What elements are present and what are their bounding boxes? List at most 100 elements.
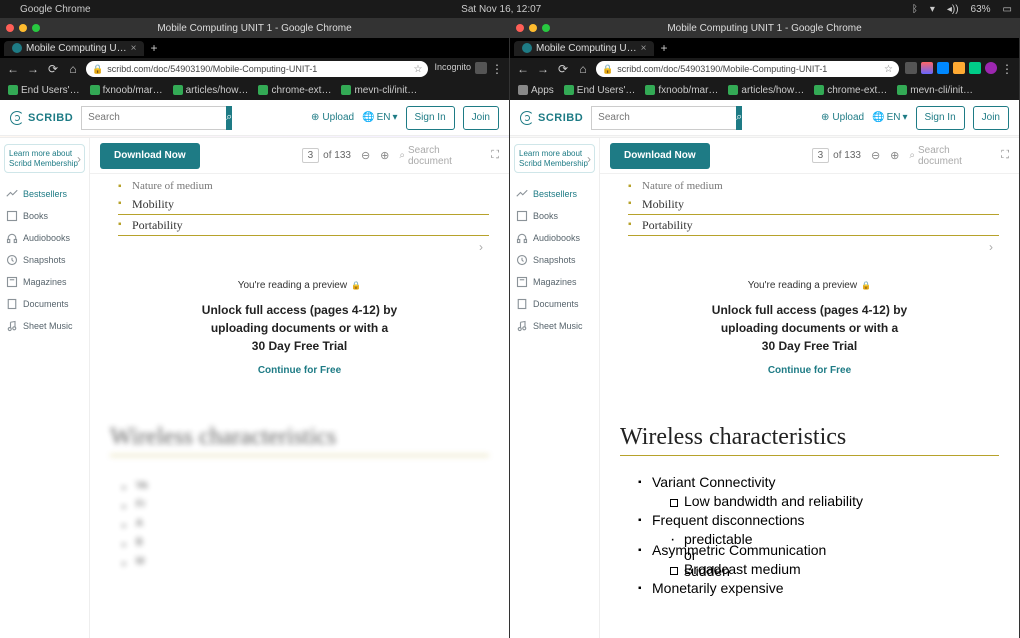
close-icon[interactable] bbox=[516, 24, 524, 32]
bookmark-star-icon[interactable]: ☆ bbox=[884, 64, 893, 75]
extension-icon[interactable] bbox=[905, 62, 917, 74]
bookmark-item[interactable]: fxnoob/mar… bbox=[90, 85, 163, 96]
tab-close-icon[interactable]: × bbox=[641, 43, 647, 54]
bookmarks-bar[interactable]: End Users'… fxnoob/mar… articles/how… ch… bbox=[0, 80, 509, 100]
search-input[interactable] bbox=[81, 106, 226, 130]
minimize-icon[interactable] bbox=[19, 24, 27, 32]
search-button[interactable]: ⌕ bbox=[736, 106, 742, 130]
url-field[interactable]: 🔒 scribd.com/doc/54903190/Mobile-Computi… bbox=[86, 61, 428, 77]
membership-card[interactable]: Learn more aboutScribd Membership bbox=[4, 144, 85, 173]
bluetooth-icon[interactable]: ᛒ bbox=[912, 4, 918, 15]
bookmarks-bar[interactable]: Apps End Users'… fxnoob/mar… articles/ho… bbox=[510, 80, 1019, 100]
sidebar-item-bestsellers[interactable]: Bestsellers bbox=[0, 183, 89, 205]
window-titlebar[interactable]: Mobile Computing UNIT 1 - Google Chrome bbox=[0, 18, 509, 38]
extension-icon[interactable] bbox=[953, 62, 965, 74]
home-button[interactable]: ⌂ bbox=[576, 62, 590, 76]
window-titlebar[interactable]: Mobile Computing UNIT 1 - Google Chrome bbox=[510, 18, 1019, 38]
signin-button[interactable]: Sign In bbox=[406, 106, 455, 130]
reload-button[interactable]: ⟳ bbox=[46, 62, 60, 76]
sidebar-item-audiobooks[interactable]: Audiobooks bbox=[0, 227, 89, 249]
bookmark-item[interactable]: chrome-ext… bbox=[814, 85, 887, 96]
bookmark-star-icon[interactable]: ☆ bbox=[414, 64, 423, 75]
bookmark-item[interactable]: fxnoob/mar… bbox=[645, 85, 718, 96]
menu-icon[interactable]: ⋮ bbox=[1001, 62, 1013, 76]
sidebar-item-books[interactable]: Books bbox=[0, 205, 89, 227]
bookmark-item[interactable]: End Users'… bbox=[564, 85, 636, 96]
browser-tab[interactable]: Mobile Computing U… × bbox=[514, 41, 654, 56]
membership-card[interactable]: Learn more aboutScribd Membership bbox=[514, 144, 595, 173]
search-input[interactable] bbox=[591, 106, 736, 130]
bookmark-item[interactable]: mevn-cli/init… bbox=[897, 85, 973, 96]
zoom-out-icon[interactable]: ⊖ bbox=[361, 149, 370, 162]
zoom-in-icon[interactable]: ⊕ bbox=[890, 149, 899, 162]
menu-icon[interactable]: ⋮ bbox=[491, 62, 503, 76]
zoom-out-icon[interactable]: ⊖ bbox=[871, 149, 880, 162]
extension-icon[interactable] bbox=[921, 62, 933, 74]
new-tab-button[interactable]: + bbox=[654, 41, 673, 55]
continue-free-link[interactable]: Continue for Free bbox=[620, 365, 999, 376]
menubar-app[interactable]: Google Chrome bbox=[20, 4, 91, 15]
bookmark-item[interactable]: mevn-cli/init… bbox=[341, 85, 417, 96]
traffic-lights[interactable] bbox=[6, 24, 40, 32]
sidebar-item-magazines[interactable]: Magazines bbox=[0, 271, 89, 293]
signin-button[interactable]: Sign In bbox=[916, 106, 965, 130]
new-tab-button[interactable]: + bbox=[144, 41, 163, 55]
back-button[interactable]: ← bbox=[516, 62, 530, 76]
language-selector[interactable]: 🌐 EN ▾ bbox=[872, 112, 907, 123]
maximize-icon[interactable] bbox=[32, 24, 40, 32]
volume-icon[interactable]: ◂)) bbox=[947, 4, 959, 15]
join-button[interactable]: Join bbox=[973, 106, 1009, 130]
sidebar-item-snapshots[interactable]: Snapshots bbox=[510, 249, 599, 271]
sidebar-item-audiobooks[interactable]: Audiobooks bbox=[510, 227, 599, 249]
more-indicator[interactable]: › bbox=[110, 240, 489, 254]
traffic-lights[interactable] bbox=[516, 24, 550, 32]
sidebar-item-magazines[interactable]: Magazines bbox=[510, 271, 599, 293]
doc-search[interactable]: ⌕ Search document bbox=[399, 145, 481, 167]
extension-icon[interactable] bbox=[475, 62, 487, 74]
continue-free-link[interactable]: Continue for Free bbox=[110, 365, 489, 376]
home-button[interactable]: ⌂ bbox=[66, 62, 80, 76]
extension-icon[interactable] bbox=[969, 62, 981, 74]
fullscreen-icon[interactable]: ⛶ bbox=[1001, 149, 1009, 162]
scribd-logo[interactable]: SCRIBD bbox=[10, 111, 73, 125]
search-button[interactable]: ⌕ bbox=[226, 106, 232, 130]
sidebar-item-snapshots[interactable]: Snapshots bbox=[0, 249, 89, 271]
tab-close-icon[interactable]: × bbox=[131, 43, 137, 54]
current-page-input[interactable]: 3 bbox=[302, 148, 320, 163]
bookmark-item[interactable]: articles/how… bbox=[173, 85, 249, 96]
forward-button[interactable]: → bbox=[26, 62, 40, 76]
join-button[interactable]: Join bbox=[463, 106, 499, 130]
sidebar-item-books[interactable]: Books bbox=[510, 205, 599, 227]
forward-button[interactable]: → bbox=[536, 62, 550, 76]
browser-tab[interactable]: Mobile Computing U… × bbox=[4, 41, 144, 56]
download-button[interactable]: Download Now bbox=[100, 143, 200, 169]
bookmark-item[interactable]: End Users'… bbox=[8, 85, 80, 96]
scribd-logo[interactable]: SCRIBD bbox=[520, 111, 583, 125]
zoom-in-icon[interactable]: ⊕ bbox=[380, 149, 389, 162]
url-field[interactable]: 🔒 scribd.com/doc/54903190/Mobile-Computi… bbox=[596, 61, 899, 77]
doc-search[interactable]: ⌕ Search document bbox=[909, 145, 991, 167]
reload-button[interactable]: ⟳ bbox=[556, 62, 570, 76]
more-indicator[interactable]: › bbox=[620, 240, 999, 254]
back-button[interactable]: ← bbox=[6, 62, 20, 76]
sidebar-item-sheetmusic[interactable]: Sheet Music bbox=[510, 315, 599, 337]
language-selector[interactable]: 🌐 EN ▾ bbox=[362, 112, 397, 123]
bookmark-item[interactable]: chrome-ext… bbox=[258, 85, 331, 96]
tab-bar[interactable]: Mobile Computing U… × + bbox=[510, 38, 1019, 58]
upload-link[interactable]: ⊕ Upload bbox=[311, 112, 354, 123]
bookmark-item[interactable]: articles/how… bbox=[728, 85, 804, 96]
battery-icon[interactable]: ▭ bbox=[1003, 4, 1012, 15]
apps-button[interactable]: Apps bbox=[518, 85, 554, 96]
sidebar-item-documents[interactable]: Documents bbox=[510, 293, 599, 315]
profile-avatar-icon[interactable] bbox=[985, 62, 997, 74]
tab-bar[interactable]: Mobile Computing U… × + bbox=[0, 38, 509, 58]
minimize-icon[interactable] bbox=[529, 24, 537, 32]
maximize-icon[interactable] bbox=[542, 24, 550, 32]
current-page-input[interactable]: 3 bbox=[812, 148, 830, 163]
close-icon[interactable] bbox=[6, 24, 14, 32]
wifi-icon[interactable]: ▾ bbox=[930, 4, 935, 15]
sidebar-item-documents[interactable]: Documents bbox=[0, 293, 89, 315]
upload-link[interactable]: ⊕ Upload bbox=[821, 112, 864, 123]
fullscreen-icon[interactable]: ⛶ bbox=[491, 149, 499, 162]
sidebar-item-bestsellers[interactable]: Bestsellers bbox=[510, 183, 599, 205]
